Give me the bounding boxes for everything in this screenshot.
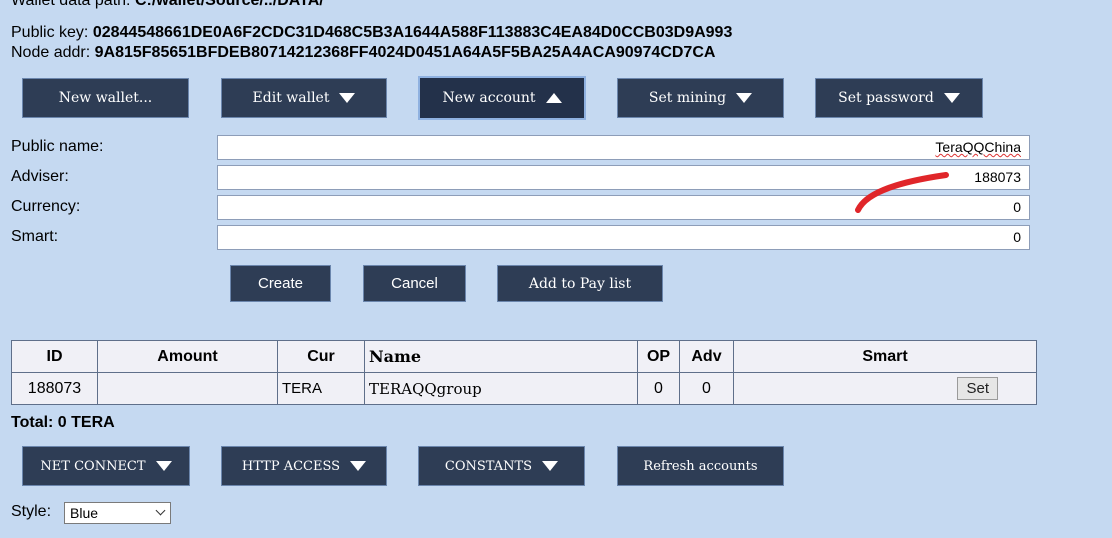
cell-cur: TERA xyxy=(277,372,365,405)
currency-label: Currency: xyxy=(11,198,81,215)
public-name-label: Public name: xyxy=(11,138,104,155)
table-row[interactable]: 188073 TERA TERAQQgroup 0 0 Set xyxy=(11,372,1037,405)
chevron-down-icon xyxy=(350,461,367,471)
constants-label: CONSTANTS xyxy=(444,458,533,474)
smart-field[interactable]: 0 xyxy=(217,225,1030,250)
node-addr-label: Node addr: xyxy=(11,44,91,61)
style-label: Style: xyxy=(11,503,52,520)
add-to-pay-list-label: Add to Pay list xyxy=(528,275,632,292)
new-account-button[interactable]: New account xyxy=(418,76,586,120)
public-key-label: Public key: xyxy=(11,24,89,41)
net-connect-label: NET CONNECT xyxy=(40,458,146,474)
cancel-button[interactable]: Cancel xyxy=(363,265,466,302)
chevron-down-icon xyxy=(736,93,753,103)
accounts-table: ID Amount Cur Name OP Adv Smart 188073 T… xyxy=(11,340,1037,405)
add-to-pay-list-button[interactable]: Add to Pay list xyxy=(497,265,663,302)
smart-label: Smart: xyxy=(11,228,59,245)
cell-amount xyxy=(97,372,278,405)
cell-op: 0 xyxy=(637,372,680,405)
public-key-line: Public key: 02844548661DE0A6F2CDC31D468C… xyxy=(11,24,732,42)
http-access-label: HTTP ACCESS xyxy=(241,458,341,474)
style-select[interactable]: Blue xyxy=(64,502,171,524)
cancel-label: Cancel xyxy=(391,275,438,292)
public-name-value: TeraQQChina xyxy=(935,139,1021,155)
total-label: Total: 0 TERA xyxy=(11,414,115,431)
set-mining-label: Set mining xyxy=(648,90,727,106)
chevron-down-icon xyxy=(155,461,172,471)
refresh-accounts-label: Refresh accounts xyxy=(643,458,758,474)
header-cur: Cur xyxy=(277,340,365,373)
edit-wallet-label: Edit wallet xyxy=(252,90,330,106)
create-button[interactable]: Create xyxy=(230,265,331,302)
new-account-label: New account xyxy=(442,90,536,106)
public-name-field[interactable]: TeraQQChina xyxy=(217,135,1030,160)
set-mining-button[interactable]: Set mining xyxy=(617,78,784,118)
smart-value: 0 xyxy=(1013,229,1021,245)
header-id: ID xyxy=(11,340,98,373)
header-smart: Smart xyxy=(733,340,1037,373)
adviser-value: 188073 xyxy=(974,169,1021,185)
set-smart-button[interactable]: Set xyxy=(957,377,998,400)
chevron-down-icon xyxy=(542,461,559,471)
new-wallet-button[interactable]: New wallet... xyxy=(22,78,189,118)
style-selected: Blue xyxy=(70,505,99,521)
constants-button[interactable]: CONSTANTS xyxy=(418,446,585,486)
header-adv: Adv xyxy=(679,340,734,373)
node-addr-line: Node addr: 9A815F85651BFDEB80714212368FF… xyxy=(11,44,715,62)
chevron-down-icon xyxy=(943,93,960,103)
red-annotation-stroke xyxy=(855,172,949,213)
cell-name: TERAQQgroup xyxy=(364,372,638,405)
refresh-accounts-button[interactable]: Refresh accounts xyxy=(617,446,784,486)
set-password-label: Set password xyxy=(838,90,934,106)
adviser-label: Adviser: xyxy=(11,168,69,185)
currency-value: 0 xyxy=(1013,199,1021,215)
http-access-button[interactable]: HTTP ACCESS xyxy=(221,446,387,486)
table-header-row: ID Amount Cur Name OP Adv Smart xyxy=(11,340,1037,373)
public-key-value: 02844548661DE0A6F2CDC31D468C5B3A1644A588… xyxy=(92,24,733,41)
wallet-path-line: Wallet data path: C:/wallet/Source/../DA… xyxy=(11,0,324,10)
create-label: Create xyxy=(257,275,304,292)
cell-smart: Set xyxy=(733,372,1037,405)
cell-adv: 0 xyxy=(679,372,734,405)
wallet-path-value: C:/wallet/Source/../DATA/ xyxy=(134,0,324,9)
set-password-button[interactable]: Set password xyxy=(815,78,983,118)
edit-wallet-button[interactable]: Edit wallet xyxy=(221,78,387,118)
header-name: Name xyxy=(364,340,638,373)
chevron-up-icon xyxy=(545,93,562,103)
new-wallet-label: New wallet... xyxy=(58,90,153,106)
header-amount: Amount xyxy=(97,340,278,373)
wallet-path-label: Wallet data path: xyxy=(11,0,131,9)
header-op: OP xyxy=(637,340,680,373)
chevron-down-icon xyxy=(155,505,166,516)
net-connect-button[interactable]: NET CONNECT xyxy=(22,446,190,486)
node-addr-value: 9A815F85651BFDEB80714212368FF4024D0451A6… xyxy=(94,44,716,61)
cell-id: 188073 xyxy=(11,372,98,405)
chevron-down-icon xyxy=(339,93,356,103)
